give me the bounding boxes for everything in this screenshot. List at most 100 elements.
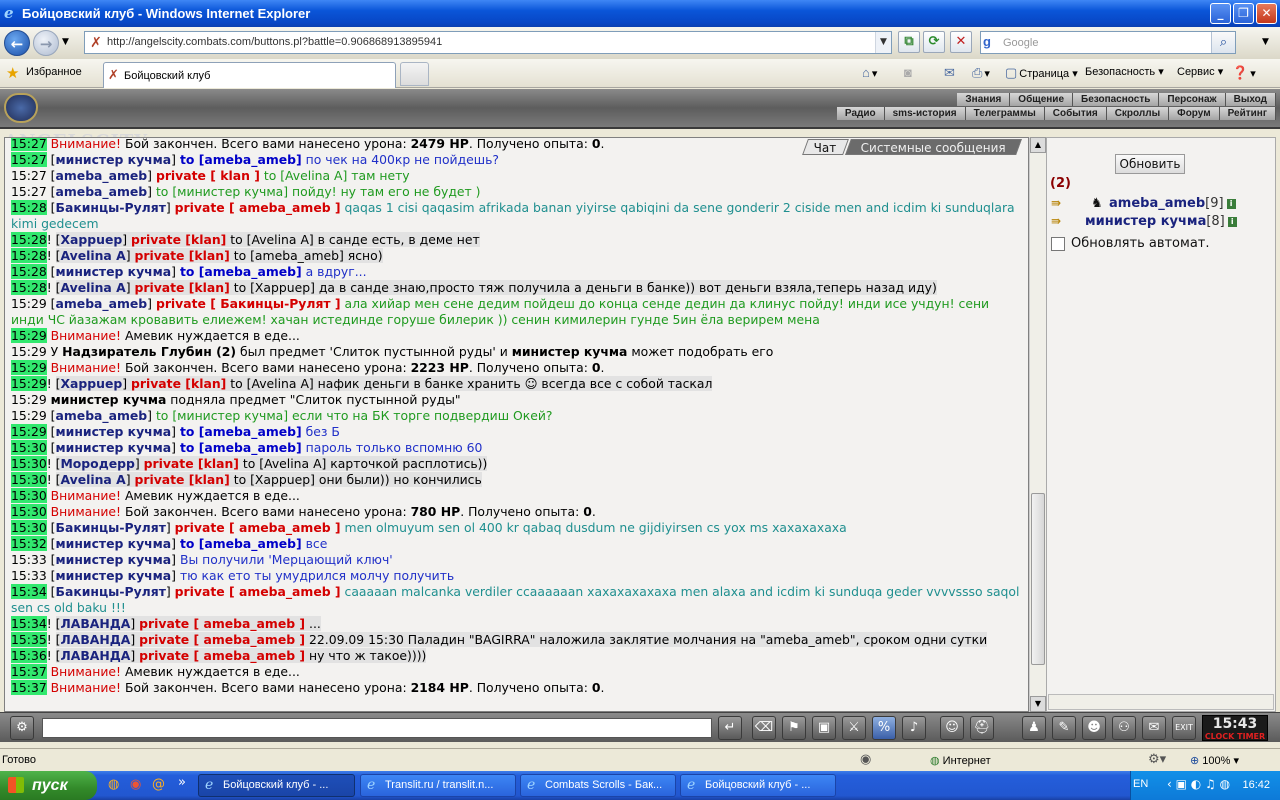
taskbar-item-combats-2[interactable]: e Бойцовский клуб - ... <box>680 774 836 797</box>
chat-nickname[interactable]: Харрuер <box>60 376 122 391</box>
chat-scrollbar[interactable]: ▲ ▼ <box>1029 137 1046 712</box>
sound-icon[interactable]: ♪ <box>902 716 926 740</box>
address-url[interactable]: http://angelscity.combats.com/buttons.pl… <box>107 36 442 48</box>
chat-nickname[interactable]: Avelina A <box>60 472 125 487</box>
private-tag[interactable]: private [klan] <box>134 472 229 487</box>
zoom-control[interactable]: ⊕ 100% ▾ <box>1190 754 1239 767</box>
tools-menu[interactable]: Сервис ▾ <box>1177 65 1223 78</box>
chat-text[interactable]: to [ameba_ameb] <box>180 424 302 439</box>
chat-nickname[interactable]: ЛАВАНДА <box>60 632 130 647</box>
chat-nickname[interactable]: министер кучма <box>56 552 172 567</box>
spy-icon[interactable]: ☻ <box>1082 716 1106 740</box>
private-tag[interactable]: private [ ameba_ameb ] <box>139 616 305 631</box>
quest-icon[interactable]: ✎ <box>1052 716 1076 740</box>
refresh-icon[interactable]: ⟳ <box>923 31 945 53</box>
whisper-icon[interactable]: ⇛ <box>1051 196 1061 210</box>
inventory-icon[interactable]: ♟ <box>1022 716 1046 740</box>
chat-nickname[interactable]: министер кучма <box>56 536 172 551</box>
safety-menu[interactable]: Безопасность ▾ <box>1085 65 1164 78</box>
menu-exit[interactable]: Выход <box>1225 93 1276 106</box>
user-name[interactable]: министер кучма <box>1085 214 1206 229</box>
auto-refresh-option[interactable]: Обновлять автомат. <box>1051 236 1210 251</box>
back-icon[interactable]: ← <box>4 30 30 56</box>
chat-nickname[interactable]: министер кучма <box>56 568 172 583</box>
compatibility-view-icon[interactable]: ⧉ <box>898 31 920 53</box>
chat-text[interactable]: to [ameba_ameb] <box>180 264 302 279</box>
save-log-icon[interactable]: ▣ <box>812 716 836 740</box>
menu-character[interactable]: Персонаж <box>1159 93 1226 106</box>
search-box[interactable]: g Google ⌕ <box>980 31 1236 54</box>
mail-icon[interactable]: ✉ <box>944 65 957 81</box>
chat-nickname[interactable]: Харрuер <box>60 232 122 247</box>
chat-text[interactable]: to [ameba_ameb] <box>180 536 302 551</box>
user-ameba-ameb[interactable]: ⇛ ♞ ameba_ameb[9] i <box>1051 196 1236 211</box>
private-tag[interactable]: private [klan] <box>144 456 239 471</box>
address-dropdown-icon[interactable]: ▼ <box>875 32 891 53</box>
private-tag[interactable]: private [ ameba_ameb ] <box>175 584 341 599</box>
home-icon[interactable]: ⌂ ▾ <box>862 65 877 80</box>
helmet-icon[interactable]: ⛑ <box>970 716 994 740</box>
chat-nickname[interactable]: министер кучма <box>56 424 172 439</box>
refresh-users-button[interactable]: Обновить <box>1115 154 1185 174</box>
search-icon[interactable]: ⌕ <box>1211 32 1235 53</box>
maximize-button[interactable]: ❐ <box>1233 3 1254 24</box>
scroll-thumb[interactable] <box>1031 493 1045 665</box>
help-icon[interactable]: ❓ ▾ <box>1232 65 1256 81</box>
chat-nickname[interactable]: ЛАВАНДА <box>60 648 130 663</box>
fighter-icon[interactable]: ⚔ <box>842 716 866 740</box>
chat-nickname[interactable]: Бакинцы-Рулят <box>56 200 166 215</box>
mail-game-icon[interactable]: ✉ <box>1142 716 1166 740</box>
tab-active[interactable]: ✗ Бойцовский клуб <box>103 62 396 88</box>
chat-nickname[interactable]: министер кучма <box>56 264 172 279</box>
close-button[interactable]: ✕ <box>1256 3 1277 24</box>
taskbar-item-scrolls[interactable]: e Combats Scrolls - Бак... <box>520 774 676 797</box>
chat-nickname[interactable]: ameba_ameb <box>56 168 148 183</box>
chat-nickname[interactable]: Мородерр <box>60 456 134 471</box>
privacy-icon[interactable]: ◉ <box>860 752 871 767</box>
chat-nickname[interactable]: министер кучма <box>56 152 172 167</box>
menu-scrolls[interactable]: Скроллы <box>1106 107 1170 120</box>
favorites-label[interactable]: Избранное <box>26 66 82 78</box>
smiley-icon[interactable]: ☺ <box>940 716 964 740</box>
tab-system-messages[interactable]: Системные сообщения <box>844 139 1022 155</box>
private-tag[interactable]: private [klan] <box>134 248 229 263</box>
user-name[interactable]: ameba_ameb <box>1109 196 1205 211</box>
chat-nickname[interactable]: ЛАВАНДА <box>60 616 130 631</box>
send-icon[interactable]: ↵ <box>718 716 742 740</box>
minimize-button[interactable]: _ <box>1210 3 1231 24</box>
side-hscrollbar[interactable] <box>1048 694 1274 710</box>
feeds-icon[interactable]: ◙ <box>904 65 914 80</box>
private-tag[interactable]: private [ ameba_ameb ] <box>175 520 341 535</box>
chat-nickname[interactable]: Avelina A <box>60 280 125 295</box>
chat-nickname[interactable]: Бакинцы-Рулят <box>56 584 166 599</box>
taskbar-item-combats-1[interactable]: e Бойцовский клуб - ... <box>198 774 355 797</box>
forward-icon[interactable]: → <box>33 30 59 56</box>
page-menu[interactable]: ▢ Страница ▾ <box>1005 65 1078 81</box>
chat-nickname[interactable]: ameba_ameb <box>56 184 148 199</box>
search-options-icon[interactable]: ▼ <box>1262 37 1269 47</box>
tab-chat[interactable]: Чат <box>802 139 849 155</box>
chat-log[interactable]: 15:27 Внимание! Бой закончен. Всего вами… <box>4 137 1029 712</box>
history-dropdown-icon[interactable]: ▼ <box>62 37 69 47</box>
private-tag[interactable]: private [ Бакинцы-Рулят ] <box>156 296 341 311</box>
chat-nickname[interactable]: Avelina A <box>60 248 125 263</box>
menu-knowledge[interactable]: Знания <box>957 93 1011 106</box>
private-tag[interactable]: private [ ameba_ameb ] <box>139 648 305 663</box>
filter-icon[interactable]: ⚑ <box>782 716 806 740</box>
chat-text[interactable]: to [ameba_ameb] <box>180 152 302 167</box>
chat-settings-icon[interactable]: ⚙ <box>10 716 34 740</box>
menu-sms-history[interactable]: sms-история <box>884 107 966 120</box>
start-button[interactable]: пуск <box>0 771 97 800</box>
firefox-quicklaunch-icon[interactable]: ◍ <box>108 777 119 792</box>
new-tab-button[interactable] <box>400 62 429 86</box>
private-tag[interactable]: private [ ameba_ameb ] <box>175 200 341 215</box>
chat-message-input[interactable] <box>42 718 712 738</box>
menu-events[interactable]: События <box>1044 107 1107 120</box>
clear-icon[interactable]: ⌫ <box>752 716 776 740</box>
chat-nickname[interactable]: ameba_ameb <box>56 408 148 423</box>
chrome-quicklaunch-icon[interactable]: ◉ <box>130 777 141 792</box>
stop-icon[interactable]: ✕ <box>950 31 972 53</box>
chat-text[interactable]: to [ameba_ameb] <box>180 440 302 455</box>
quicklaunch-more-icon[interactable]: » <box>178 775 186 790</box>
address-bar[interactable]: ✗ http://angelscity.combats.com/buttons.… <box>84 31 892 54</box>
